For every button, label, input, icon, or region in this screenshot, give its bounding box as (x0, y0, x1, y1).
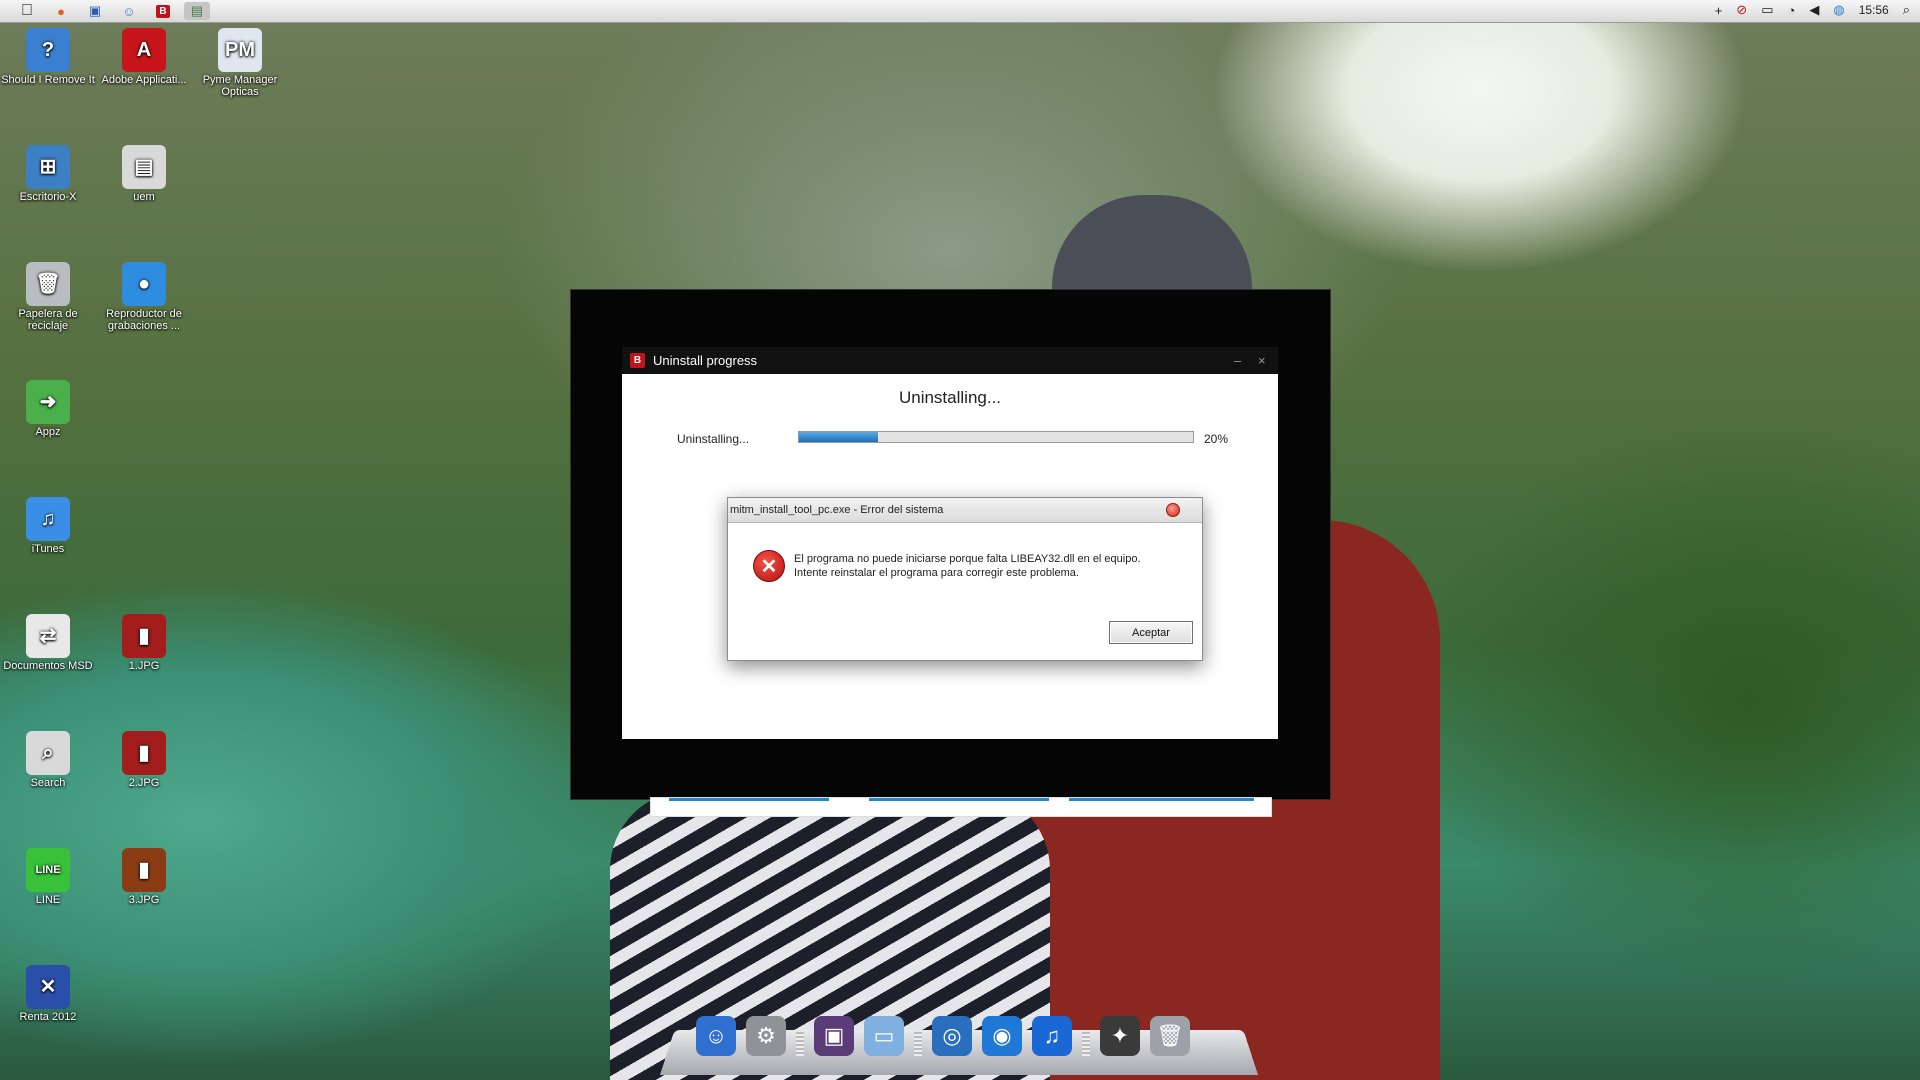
desktop-icon-escritorio-x[interactable]: ⊞ Escritorio-X (0, 145, 96, 203)
desktop-icon-label: Renta 2012 (0, 1011, 96, 1023)
volume-icon[interactable]: ◀ (1809, 2, 1819, 18)
dock-network-globe-icon[interactable]: ◎ (932, 1016, 972, 1056)
dock-folder-icon[interactable]: ▭ (864, 1016, 904, 1056)
desktop-icon-image: ♫ (26, 497, 70, 541)
desktop-icon-line[interactable]: LINE LINE (0, 848, 96, 906)
desktop-icon-label: Documentos MSD (0, 660, 96, 672)
desktop-icon-image: ⇄ (26, 614, 70, 658)
desktop-icon-image: ⊞ (26, 145, 70, 189)
error-message-line-1: El programa no puede iniciarse porque fa… (794, 552, 1141, 566)
progress-bar (798, 431, 1194, 443)
uninstall-title: Uninstall progress (653, 353, 757, 368)
aceptar-button[interactable]: Aceptar (1109, 621, 1193, 644)
app-window-bottom-bar (650, 797, 1272, 817)
uninstall-heading: Uninstalling... (622, 388, 1278, 408)
desktop-icon-label: 1.JPG (96, 660, 192, 672)
desktop-icon-label: 2.JPG (96, 777, 192, 789)
desktop-icon-papelera-de-reciclaje[interactable]: 🗑 Papelera de reciclaje (0, 262, 96, 332)
desktop-icon-adobe-applicati[interactable]: A Adobe Applicati... (96, 28, 192, 86)
desktop-icon-label: iTunes (0, 543, 96, 555)
menu-bar-left:  ● ▣ ☺ B ▤ (14, 2, 210, 20)
desktop-icon-renta-2012[interactable]: ✕ Renta 2012 (0, 965, 96, 1023)
desktop-icon-itunes[interactable]: ♫ iTunes (0, 497, 96, 555)
desktop-icon-image: ➜ (26, 380, 70, 424)
finder-face-icon[interactable]: ☺ (116, 2, 142, 20)
desktop-icon-image: LINE (26, 848, 70, 892)
close-button[interactable]: × (1258, 353, 1266, 368)
error-message-line-2: Intente reinstalar el programa para corr… (794, 566, 1141, 580)
desktop-icon-label: Escritorio-X (0, 191, 96, 203)
desktop-icon-image: ▤ (122, 145, 166, 189)
progress-percent: 20% (1204, 432, 1228, 446)
desktop-icon-image: 🗑 (26, 262, 70, 306)
dock-trash-icon[interactable]: 🗑 (1150, 1016, 1190, 1056)
desktop-icon-label: 3.JPG (96, 894, 192, 906)
window-icon[interactable]: ▤ (184, 2, 210, 20)
desktop-icon-reproductor-de-grabaciones[interactable]: ● Reproductor de grabaciones ... (96, 262, 192, 332)
globe-icon[interactable]: ◍ (1833, 2, 1844, 18)
desktop-icon-search[interactable]: ⌕ Search (0, 731, 96, 789)
desktop-icon-label: Pyme Manager Opticas (192, 74, 288, 98)
desktop-icon-label: LINE (0, 894, 96, 906)
dock-dashboard-icon[interactable]: ✦ (1100, 1016, 1140, 1056)
desktop-icon-label: Search (0, 777, 96, 789)
desktop-icon-pyme-manager-opticas[interactable]: PM Pyme Manager Opticas (192, 28, 288, 98)
desktop-icon-should-i-remove-it[interactable]: ? Should I Remove It (0, 28, 96, 86)
outlook-icon[interactable]: ▣ (82, 2, 108, 20)
spotlight-search-icon[interactable]: ⌕ (1903, 2, 1910, 18)
desktop-icon-image: ▮ (122, 614, 166, 658)
desktop-icon-image: A (122, 28, 166, 72)
desktop-icon-label: uem (96, 191, 192, 203)
desktop-icon-uem[interactable]: ▤ uem (96, 145, 192, 203)
desktop-icon-image: PM (218, 28, 262, 72)
progress-bar-fill (799, 432, 878, 442)
desktop-icon-image: ✕ (26, 965, 70, 1009)
dock-desktop-screen-icon[interactable]: ▣ (814, 1016, 854, 1056)
desktop-icon-documentos-msd[interactable]: ⇄ Documentos MSD (0, 614, 96, 672)
desktop-icon-2-jpg[interactable]: ▮ 2.JPG (96, 731, 192, 789)
menu-bar:  ● ▣ ☺ B ▤ + ⊘ ▭ ◔ ◀ ◍ 15:56 ⌕ (0, 0, 1920, 23)
system-error-dialog: mitm_install_tool_pc.exe - Error del sis… (727, 497, 1203, 661)
plus-icon[interactable]: + (1715, 3, 1723, 18)
battery-icon[interactable]: ▭ (1761, 2, 1773, 18)
error-title: mitm_install_tool_pc.exe - Error del sis… (730, 504, 943, 516)
uninstall-titlebar: B Uninstall progress – × (622, 347, 1278, 374)
menu-clock[interactable]: 15:56 (1859, 3, 1889, 17)
dock-browser-globe-icon[interactable]: ◉ (982, 1016, 1022, 1056)
desktop-icon-image: ● (122, 262, 166, 306)
error-close-button[interactable] (1166, 503, 1180, 517)
desktop-icon-image: ⌕ (26, 731, 70, 775)
minimize-button[interactable]: – (1234, 353, 1241, 368)
desktop-icon-appz[interactable]: ➜ Appz (0, 380, 96, 438)
menu-bar-right: + ⊘ ▭ ◔ ◀ ◍ 15:56 ⌕ (1715, 2, 1910, 18)
error-icon: ✕ (753, 550, 785, 582)
desktop-icon-label: Should I Remove It (0, 74, 96, 86)
desktop-icon-3-jpg[interactable]: ▮ 3.JPG (96, 848, 192, 906)
firefox-icon[interactable]: ● (48, 2, 74, 20)
dock-separator (914, 1032, 922, 1056)
desktop-icon-label: Adobe Applicati... (96, 74, 192, 86)
error-titlebar: mitm_install_tool_pc.exe - Error del sis… (728, 498, 1202, 523)
error-message: El programa no puede iniciarse porque fa… (794, 552, 1141, 580)
dock-system-preferences-icon[interactable]: ⚙ (746, 1016, 786, 1056)
desktop-icon-image: ? (26, 28, 70, 72)
dock-separator (796, 1032, 804, 1056)
progress-label: Uninstalling... (677, 432, 749, 446)
no-network-icon[interactable]: ⊘ (1736, 2, 1747, 18)
desktop-icon-image: ▮ (122, 731, 166, 775)
dock-separator (1082, 1032, 1090, 1056)
desktop-icon-1-jpg[interactable]: ▮ 1.JPG (96, 614, 192, 672)
wifi-icon[interactable]: ◔ (1787, 3, 1795, 18)
desktop-icon-image: ▮ (122, 848, 166, 892)
bitdefender-logo-icon: B (630, 353, 645, 368)
desktop-icon-label: Appz (0, 426, 96, 438)
desktop-icon-label: Reproductor de grabaciones ... (96, 308, 192, 332)
apple-icon[interactable]:  (14, 2, 40, 20)
desktop-icon-label: Papelera de reciclaje (0, 308, 96, 332)
dock-finder-icon[interactable]: ☺ (696, 1016, 736, 1056)
dock-itunes-icon[interactable]: ♫ (1032, 1016, 1072, 1056)
dock-items: ☺ ⚙ ▣ ▭ ◎ ◉ ♫ ✦ 🗑 (696, 1016, 1190, 1056)
bitdefender-icon[interactable]: B (150, 2, 176, 20)
